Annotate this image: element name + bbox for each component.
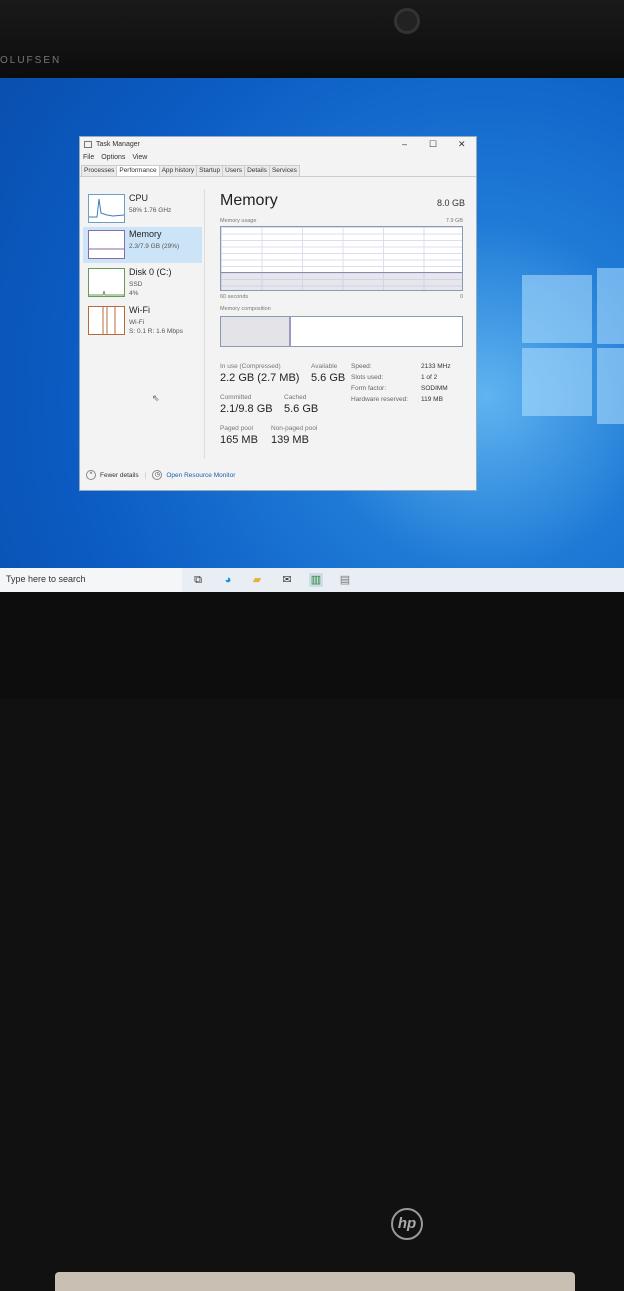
stat-paged-pool: Paged pool 165 MB <box>220 425 258 446</box>
time-label: 60 seconds <box>220 294 249 300</box>
resource-monitor-icon: ◷ <box>152 470 163 480</box>
device-name: Disk 0 (C:) <box>129 267 172 277</box>
usage-fill <box>221 271 462 290</box>
device-disk[interactable]: Disk 0 (C:) SSD 4% <box>83 265 202 301</box>
memory-composition-bar <box>220 316 463 347</box>
wifi-thumbnail-graph <box>88 306 125 335</box>
device-name: Wi-Fi <box>129 305 150 315</box>
composition-label: Memory composition <box>220 306 271 312</box>
menu-view[interactable]: View <box>132 154 147 161</box>
chevron-up-icon[interactable]: ^ <box>86 470 96 480</box>
windows-logo-pane <box>522 348 592 416</box>
minimize-button[interactable]: – <box>402 139 407 149</box>
device-detail: 2.3/7.9 GB (29%) <box>129 243 180 250</box>
tab-processes[interactable]: Processes <box>81 165 118 176</box>
prop-speed-key: Speed: <box>351 363 372 370</box>
windows-logo-pane <box>597 268 624 344</box>
tab-performance[interactable]: Performance <box>116 165 160 176</box>
device-detail: 4% <box>129 290 139 297</box>
footer: ^ Fewer details | ◷ Open Resource Monito… <box>86 470 235 480</box>
task-manager-window: Task Manager – ☐ ✕ File Options View Pro… <box>79 136 477 491</box>
device-detail: SSD <box>129 281 143 288</box>
device-name: Memory <box>129 229 162 239</box>
menu-bar: File Options View <box>80 153 476 165</box>
menu-options[interactable]: Options <box>101 154 125 161</box>
tab-users[interactable]: Users <box>222 165 246 176</box>
hp-logo: hp <box>391 1208 423 1240</box>
disk-thumbnail-graph <box>88 268 125 297</box>
stat-in-use: In use (Compressed) 2.2 GB (2.7 MB) <box>220 363 300 384</box>
device-list: CPU 58% 1.76 GHz Memory 2.3/7.9 GB (29%)… <box>80 189 205 459</box>
device-cpu[interactable]: CPU 58% 1.76 GHz <box>83 191 202 227</box>
prop-form-value: SODIMM <box>421 385 448 392</box>
device-wifi[interactable]: Wi-Fi Wi-Fi S: 0.1 R: 1.6 Mbps <box>83 303 202 339</box>
tab-bar: Processes Performance App history Startu… <box>80 165 476 177</box>
prop-slots-value: 1 of 2 <box>421 374 438 381</box>
menu-file[interactable]: File <box>83 154 94 161</box>
stat-committed: Committed 2.1/9.8 GB <box>220 394 273 415</box>
taskbar-search-box[interactable]: Type here to search <box>0 568 182 592</box>
task-manager-taskbar-icon[interactable]: ▥ <box>309 573 323 587</box>
title-bar[interactable]: Task Manager – ☐ ✕ <box>80 137 476 153</box>
tab-details[interactable]: Details <box>244 165 270 176</box>
close-button[interactable]: ✕ <box>458 139 466 150</box>
window-title: Task Manager <box>96 141 140 148</box>
device-memory[interactable]: Memory 2.3/7.9 GB (29%) <box>83 227 202 263</box>
prop-slots-key: Slots used: <box>351 374 384 381</box>
windows-logo-pane <box>597 348 624 424</box>
taskbar: Type here to search ⧉ ◕ ▰ ✉ ▥ ▤ <box>0 568 624 592</box>
memory-thumbnail-graph <box>88 230 125 259</box>
prop-reserved-key: Hardware reserved: <box>351 396 409 403</box>
device-name: CPU <box>129 193 149 203</box>
screen-bezel-top: OLUFSEN <box>0 0 624 78</box>
edge-icon[interactable]: ◕ <box>221 573 235 587</box>
time-min: 0 <box>459 294 463 300</box>
mouse-cursor-icon: ⇖ <box>152 393 160 403</box>
memory-usage-graph <box>220 226 463 291</box>
mail-icon[interactable]: ✉ <box>280 573 294 587</box>
task-manager-icon <box>84 141 92 148</box>
prop-reserved-value: 119 MB <box>421 396 443 403</box>
device-detail: Wi-Fi <box>129 319 145 326</box>
tab-startup[interactable]: Startup <box>196 165 224 176</box>
device-detail: S: 0.1 R: 1.6 Mbps <box>129 328 183 335</box>
task-view-icon[interactable]: ⧉ <box>191 573 205 587</box>
tab-app-history[interactable]: App history <box>158 165 198 176</box>
memory-panel: Memory 8.0 GB Memory usage 7.9 GB 60 sec… <box>220 192 465 446</box>
laptop-hinge <box>55 1272 575 1291</box>
prop-speed-value: 2133 MHz <box>421 363 451 370</box>
usage-label: Memory usage <box>220 218 257 224</box>
webcam <box>394 8 420 34</box>
usage-max: 7.9 GB <box>445 218 463 224</box>
windows-logo-pane <box>522 275 592 343</box>
tab-services[interactable]: Services <box>268 165 300 176</box>
open-resource-monitor-link[interactable]: Open Resource Monitor <box>166 472 235 479</box>
laptop-body: hp <box>0 592 624 1291</box>
in-use-segment <box>221 317 291 346</box>
panel-title: Memory <box>220 192 278 209</box>
fewer-details-link[interactable]: Fewer details <box>100 472 139 479</box>
cpu-thumbnail-graph <box>88 194 125 223</box>
maximize-button[interactable]: ☐ <box>429 139 437 150</box>
prop-form-key: Form factor: <box>351 385 387 392</box>
stat-cached: Cached 5.6 GB <box>284 394 319 415</box>
app-taskbar-icon[interactable]: ▤ <box>338 573 352 587</box>
brand-text: OLUFSEN <box>0 55 62 66</box>
file-explorer-icon[interactable]: ▰ <box>250 573 264 587</box>
total-memory: 8.0 GB <box>436 198 465 208</box>
stat-non-paged-pool: Non-paged pool 139 MB <box>271 425 318 446</box>
stat-available: Available 5.6 GB <box>311 363 346 384</box>
device-detail: 58% 1.76 GHz <box>129 207 172 214</box>
